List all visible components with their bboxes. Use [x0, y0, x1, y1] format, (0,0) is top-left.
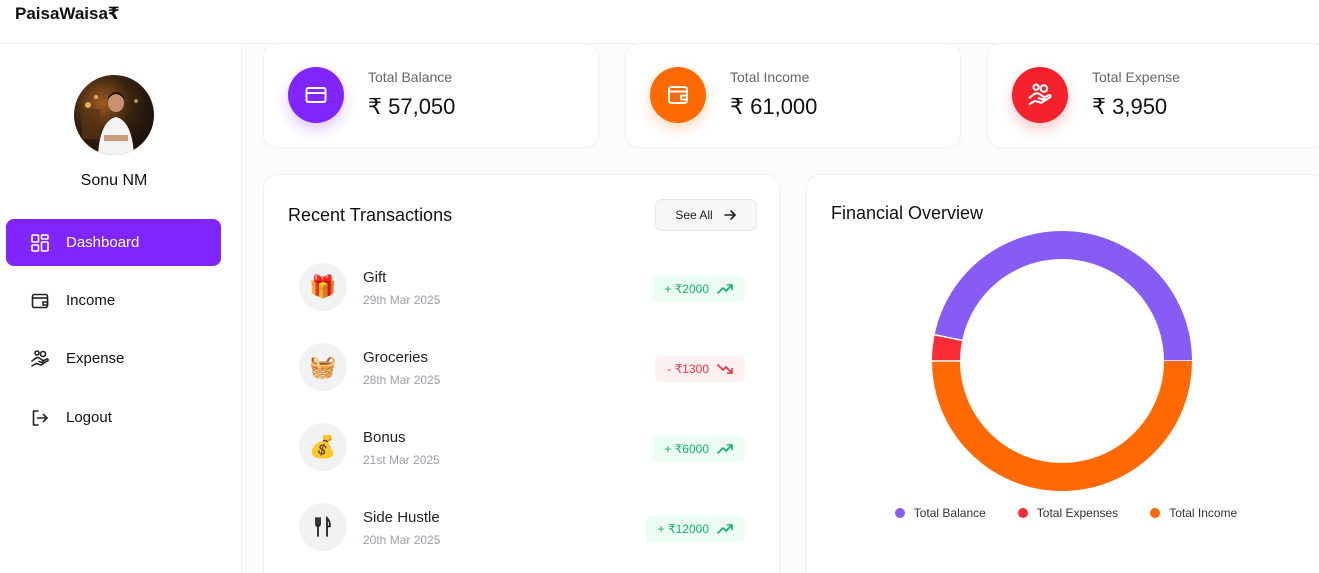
stat-label: Total Expense — [1092, 69, 1180, 85]
donut-slice-total-income — [932, 360, 1192, 491]
legend-dot — [1150, 508, 1161, 518]
stat-icon-wrap — [650, 67, 706, 123]
transaction-amount: + ₹12000 — [657, 522, 709, 536]
sidebar-item-label: Expense — [66, 350, 125, 367]
sidebar: Sonu NM Dashboard Income Expense Logout — [0, 44, 242, 573]
avatar — [74, 75, 154, 155]
chart-legend: Total Balance Total Expenses Total Incom… — [807, 506, 1319, 520]
transaction-name: Side Hustle — [363, 509, 440, 526]
stat-card-total-balance: Total Balance ₹ 57,050 — [263, 43, 599, 148]
transaction-row[interactable]: 💰 Bonus 21st Mar 2025 + ₹6000 — [299, 419, 749, 475]
legend-dot — [894, 508, 905, 518]
logout-icon — [30, 408, 50, 428]
stat-icon-wrap — [288, 67, 344, 123]
legend-dot — [1017, 508, 1028, 518]
trend-up-icon — [717, 524, 733, 534]
stat-value: ₹ 61,000 — [730, 94, 818, 119]
transaction-amount: + ₹2000 — [664, 282, 709, 296]
financial-overview-chart — [932, 231, 1192, 491]
recent-transactions-title: Recent Transactions — [288, 205, 453, 225]
trend-up-icon — [717, 284, 733, 294]
stat-label: Total Income — [730, 69, 810, 85]
user-name: Sonu NM — [80, 172, 148, 189]
hand-coins-icon — [30, 349, 50, 369]
sidebar-item-logout[interactable]: Logout — [6, 394, 221, 441]
wallet-icon — [30, 291, 50, 311]
see-all-label: See All — [675, 208, 713, 222]
stat-value: ₹ 3,950 — [1092, 94, 1168, 119]
recent-transactions-card: Recent Transactions See All 🎁 Gift 29th … — [263, 174, 780, 573]
transaction-date: 29th Mar 2025 — [363, 293, 441, 307]
basket-icon: 🧺 — [299, 343, 347, 391]
credit-card-icon — [305, 87, 327, 103]
donut-slice-total-expenses — [932, 334, 963, 362]
legend-label: Total Expenses — [1036, 506, 1119, 520]
legend-label: Total Income — [1169, 506, 1238, 520]
legend-item-total-balance: Total Balance — [894, 506, 986, 520]
sidebar-item-income[interactable]: Income — [6, 277, 221, 324]
arrow-right-icon — [723, 210, 736, 220]
sidebar-item-label: Logout — [66, 409, 112, 426]
legend-item-total-income: Total Income — [1150, 506, 1237, 520]
stat-card-total-expense: Total Expense ₹ 3,950 — [987, 43, 1319, 148]
legend-label: Total Balance — [913, 506, 986, 520]
money-bag-icon: 💰 — [299, 423, 347, 471]
legend-item-total-expenses: Total Expenses — [1017, 506, 1119, 520]
transaction-name: Groceries — [363, 349, 429, 366]
app-brand: PaisaWaisa₹ — [15, 4, 120, 23]
stat-card-total-income: Total Income ₹ 61,000 — [625, 43, 961, 148]
trend-down-icon — [717, 364, 733, 374]
transaction-row[interactable]: 🧺 Groceries 28th Mar 2025 - ₹1300 — [299, 339, 749, 395]
financial-overview-card: Financial Overview Total Balance Total E… — [806, 174, 1319, 573]
utensils-icon — [299, 503, 347, 551]
dashboard-icon — [30, 233, 50, 253]
hand-coins-icon — [1028, 83, 1052, 106]
trend-up-icon — [717, 444, 733, 454]
transaction-name: Gift — [363, 269, 387, 286]
sidebar-item-expense[interactable]: Expense — [6, 335, 221, 382]
sidebar-item-label: Income — [66, 292, 116, 309]
donut-slice-total-balance — [934, 231, 1192, 362]
transaction-amount: + ₹6000 — [664, 442, 709, 456]
transaction-row[interactable]: Side Hustle 20th Mar 2025 + ₹12000 — [299, 499, 749, 555]
transaction-row[interactable]: 🎁 Gift 29th Mar 2025 + ₹2000 — [299, 259, 749, 315]
transaction-amount-badge: - ₹1300 — [655, 356, 745, 382]
transaction-date: 28th Mar 2025 — [363, 373, 441, 387]
gift-icon: 🎁 — [299, 263, 347, 311]
sidebar-item-label: Dashboard — [66, 234, 140, 251]
stat-label: Total Balance — [368, 69, 453, 85]
stat-icon-wrap — [1012, 67, 1068, 123]
transaction-name: Bonus — [363, 429, 406, 446]
transaction-amount-badge: + ₹12000 — [645, 516, 745, 542]
transaction-date: 21st Mar 2025 — [363, 453, 440, 467]
transaction-amount-badge: + ₹6000 — [652, 436, 745, 462]
transaction-amount-badge: + ₹2000 — [652, 276, 745, 302]
top-bar: PaisaWaisa₹ — [0, 0, 1319, 44]
wallet-icon — [668, 86, 688, 104]
see-all-button[interactable]: See All — [655, 199, 757, 231]
stat-value: ₹ 57,050 — [368, 94, 456, 119]
sidebar-item-dashboard[interactable]: Dashboard — [6, 219, 221, 266]
transaction-date: 20th Mar 2025 — [363, 533, 441, 547]
transaction-amount: - ₹1300 — [667, 362, 709, 376]
